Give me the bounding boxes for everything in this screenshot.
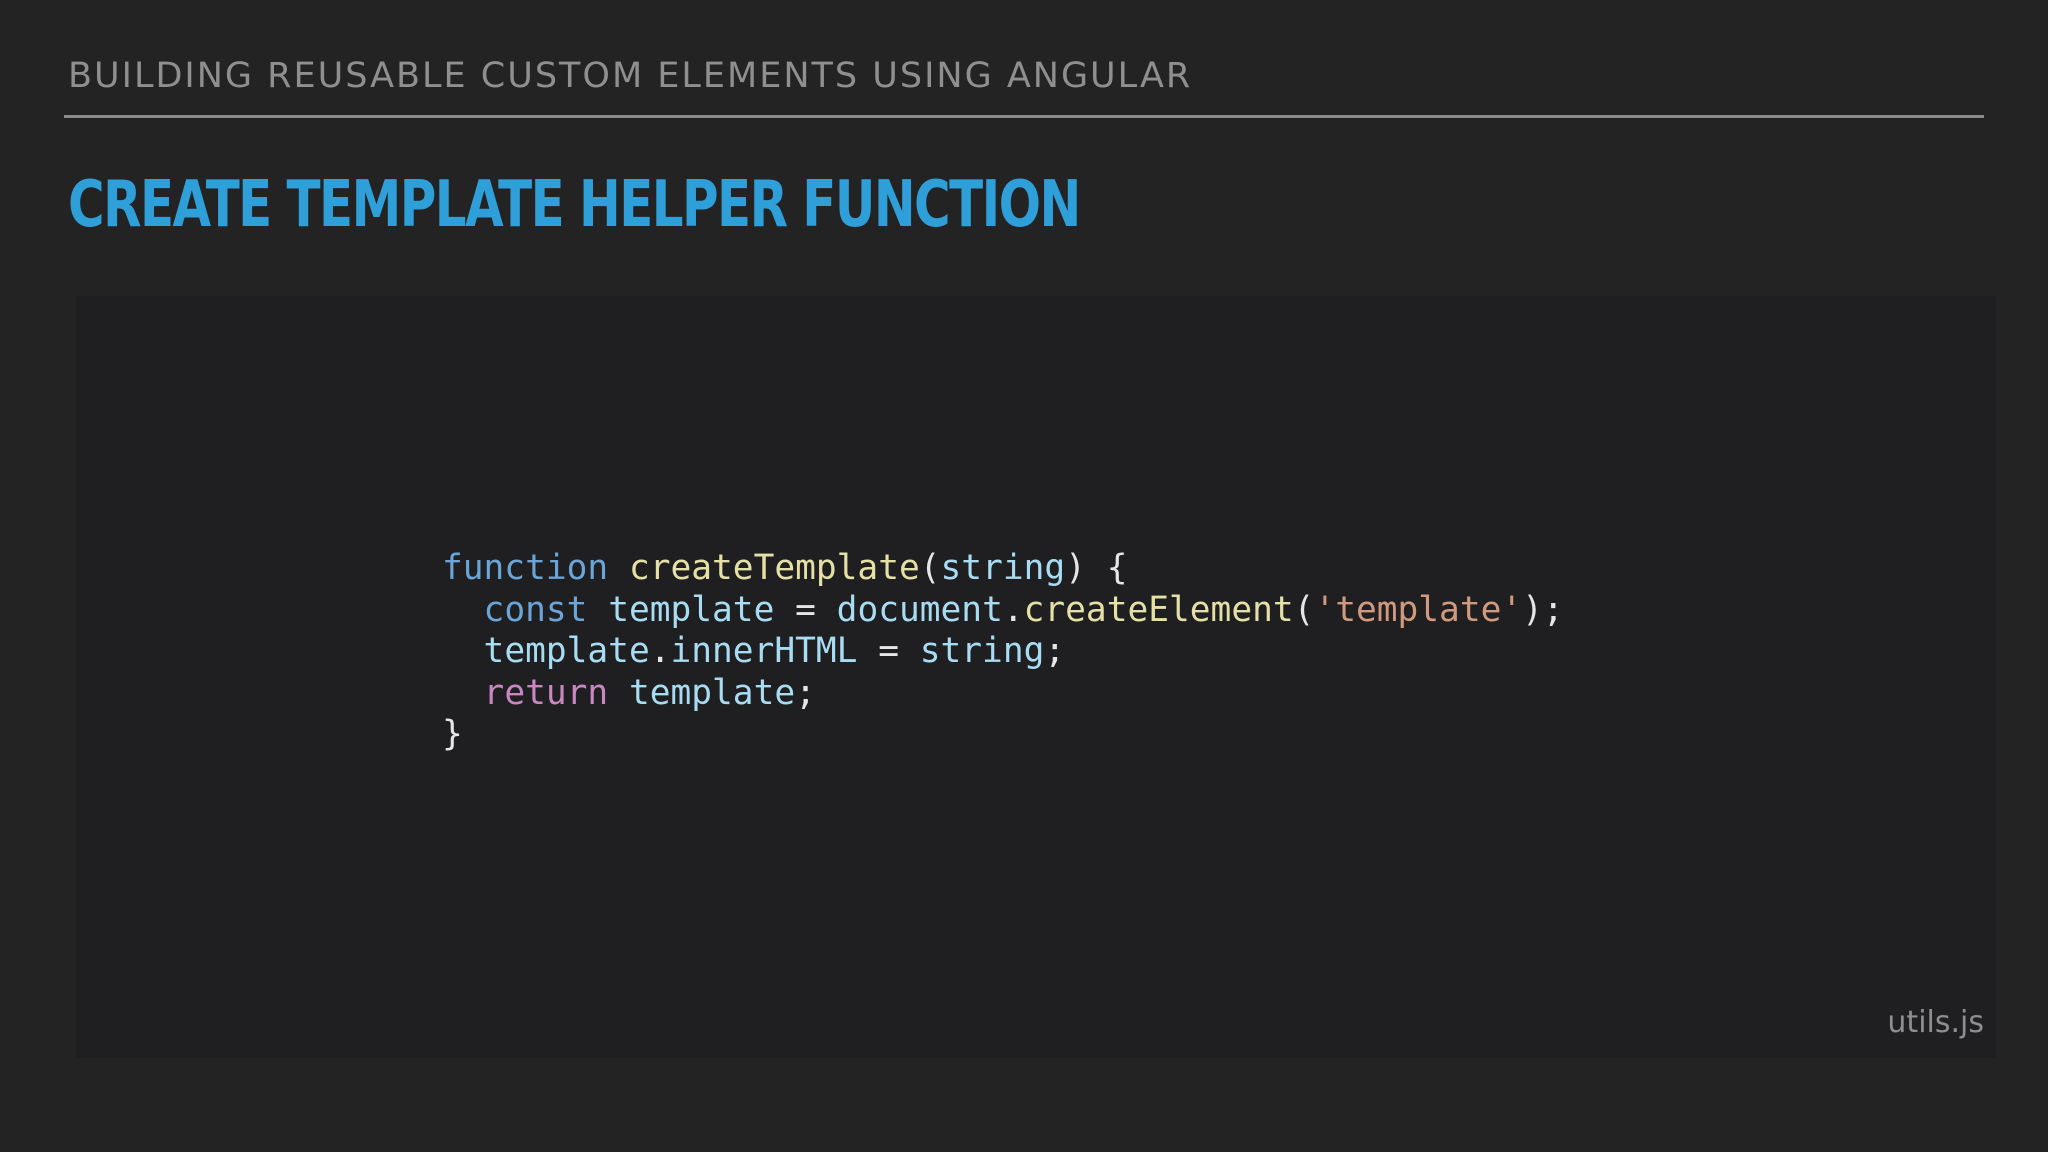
code-line-4: return template;: [442, 673, 1564, 715]
code-line-3: template.innerHTML = string;: [442, 631, 1564, 673]
punctuation: .: [1002, 589, 1024, 630]
operator: =: [857, 631, 920, 671]
object-name: document: [836, 589, 1003, 630]
punctuation: ;: [795, 672, 816, 713]
punctuation: ;: [1044, 631, 1066, 671]
punctuation: );: [1522, 589, 1564, 630]
keyword-const: const: [483, 589, 588, 630]
punctuation: }: [442, 714, 463, 754]
code-line-2: const template = document.createElement(…: [442, 590, 1564, 632]
string-literal: 'template': [1314, 589, 1523, 630]
keyword-return: return: [483, 672, 609, 713]
parameter-name: string: [940, 548, 1066, 588]
code-panel: function createTemplate(string) { const …: [76, 296, 1996, 1058]
header-divider: [64, 115, 1984, 118]
variable-name: template: [608, 589, 775, 630]
slide: BUILDING REUSABLE CUSTOM ELEMENTS USING …: [0, 0, 2048, 1152]
punctuation: .: [649, 631, 671, 671]
object-name: template: [483, 631, 650, 671]
punctuation: (: [919, 548, 941, 588]
keyword-function: function: [442, 548, 609, 588]
code-snippet: function createTemplate(string) { const …: [442, 548, 1564, 756]
punctuation: (: [1293, 589, 1315, 630]
presentation-header: BUILDING REUSABLE CUSTOM ELEMENTS USING …: [68, 56, 1193, 96]
variable-name: string: [919, 631, 1045, 671]
punctuation: ) {: [1065, 548, 1128, 588]
property-name: innerHTML: [670, 631, 858, 671]
code-line-5: }: [442, 714, 1564, 756]
function-name: createTemplate: [628, 548, 920, 588]
slide-title: CREATE TEMPLATE HELPER FUNCTION: [68, 168, 1081, 242]
operator: =: [774, 589, 837, 630]
method-name: createElement: [1023, 589, 1294, 630]
filename-label: utils.js: [1887, 1005, 1984, 1040]
variable-name: template: [628, 672, 796, 713]
code-line-1: function createTemplate(string) {: [442, 548, 1564, 590]
